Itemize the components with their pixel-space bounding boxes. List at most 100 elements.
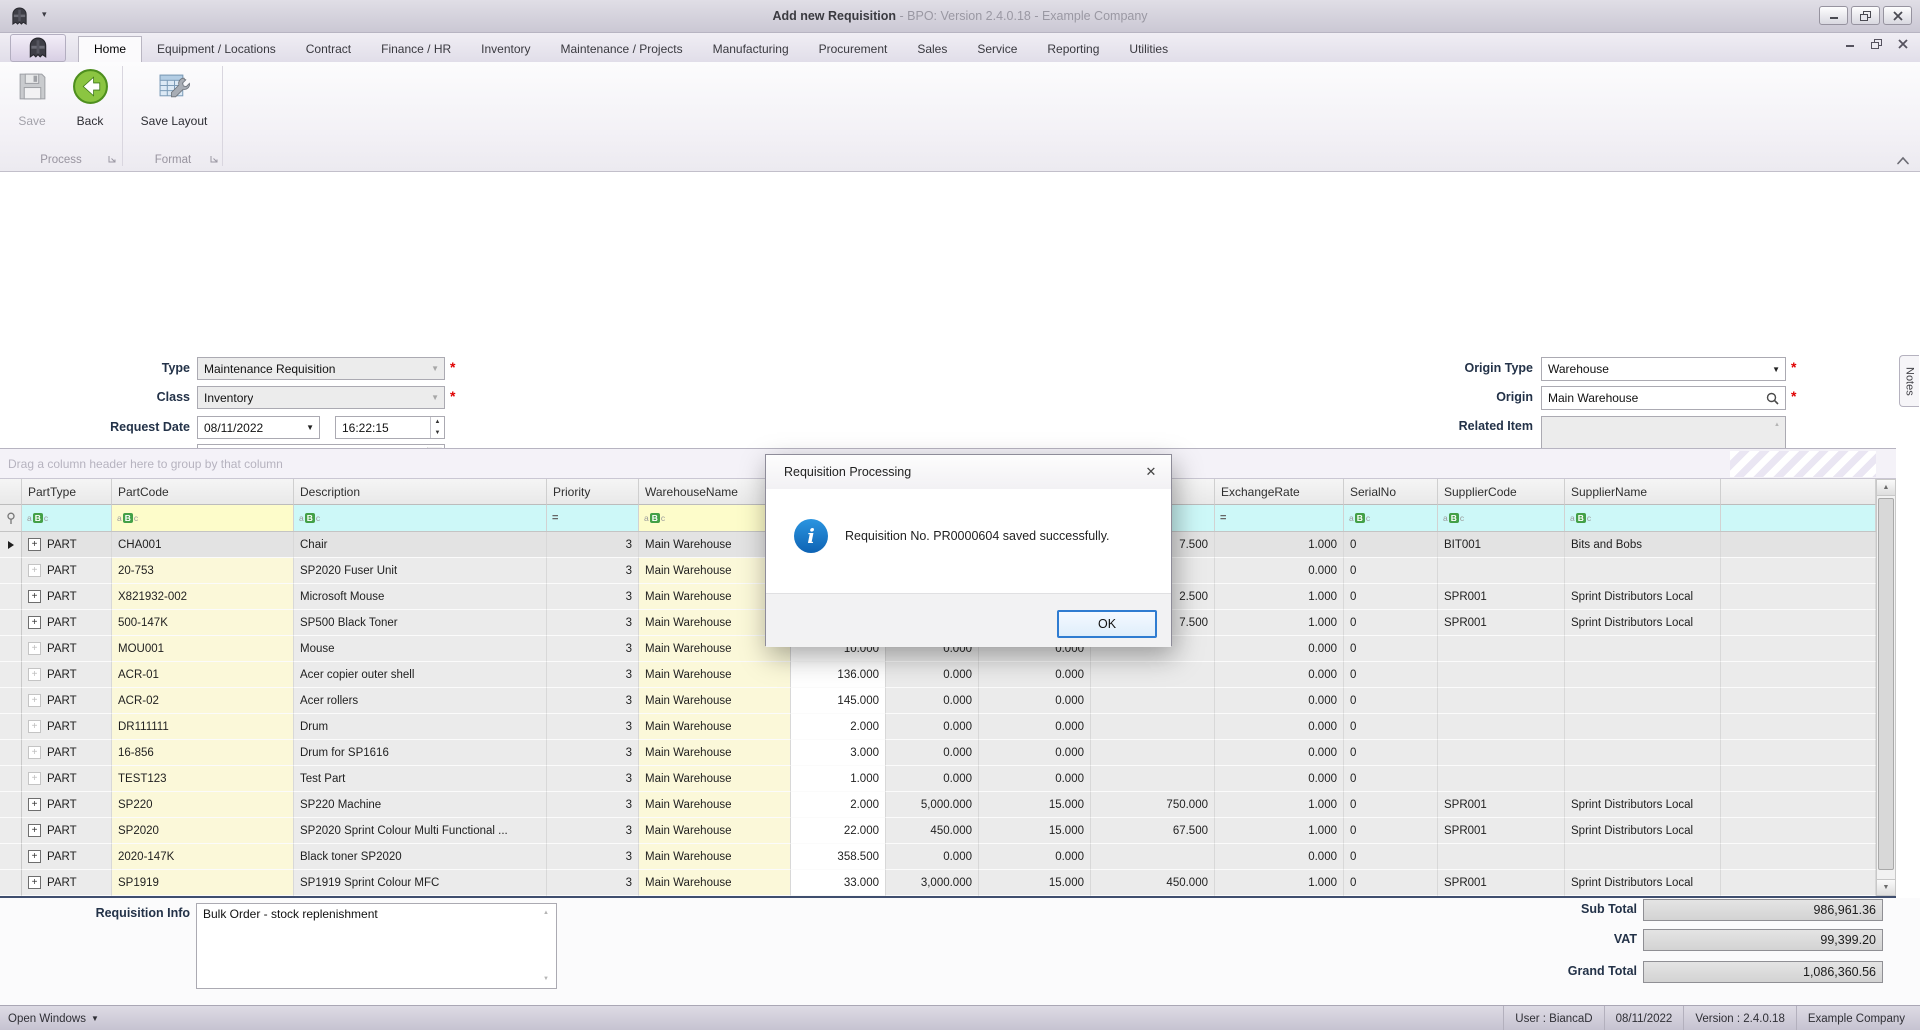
cell-col6[interactable]: 3.000 [791, 740, 886, 766]
table-row[interactable]: +PART2020-147KBlack toner SP20203Main Wa… [0, 844, 1896, 870]
col-header-supplier_code[interactable]: SupplierCode [1438, 479, 1565, 505]
tab-reporting[interactable]: Reporting [1032, 37, 1114, 62]
cell-part_type[interactable]: +PART [22, 584, 112, 610]
col-header-supplier_name[interactable]: SupplierName [1565, 479, 1721, 505]
cell-priority[interactable]: 3 [547, 792, 639, 818]
grid-vertical-scrollbar[interactable]: ▲ ▼ [1876, 479, 1896, 896]
table-row[interactable]: +PARTTEST123Test Part3Main Warehouse1.00… [0, 766, 1896, 792]
cell-supplier_code[interactable] [1438, 844, 1565, 870]
expand-icon[interactable]: + [28, 616, 41, 629]
cell-supplier_code[interactable]: SPR001 [1438, 792, 1565, 818]
cell-supplier_code[interactable] [1438, 714, 1565, 740]
tab-maintenance-projects[interactable]: Maintenance / Projects [546, 37, 698, 62]
cell-col6[interactable]: 33.000 [791, 870, 886, 896]
cell-serial_no[interactable]: 0 [1344, 636, 1438, 662]
cell-priority[interactable]: 3 [547, 584, 639, 610]
cell-col8[interactable]: 0.000 [979, 766, 1091, 792]
filter-supplier_name[interactable]: aBc [1565, 505, 1721, 531]
cell-description[interactable]: Acer rollers [294, 688, 547, 714]
expand-icon[interactable]: + [28, 668, 41, 681]
expand-icon[interactable]: + [28, 772, 41, 785]
filter-edit-icon[interactable] [0, 505, 22, 531]
cell-supplier_name[interactable] [1565, 558, 1721, 584]
request-time-input[interactable]: 16:22:15 ▲▼ [335, 416, 445, 439]
cell-col8[interactable]: 15.000 [979, 792, 1091, 818]
cell-col6[interactable]: 358.500 [791, 844, 886, 870]
cell-exchange_rate[interactable]: 1.000 [1215, 818, 1344, 844]
cell-col9[interactable] [1091, 714, 1215, 740]
expand-icon[interactable]: + [28, 876, 41, 889]
cell-col8[interactable]: 15.000 [979, 870, 1091, 896]
cell-part_code[interactable]: 500-147K [112, 610, 294, 636]
cell-description[interactable]: Test Part [294, 766, 547, 792]
tab-procurement[interactable]: Procurement [804, 37, 903, 62]
cell-part_type[interactable]: +PART [22, 740, 112, 766]
cell-warehouse_name[interactable]: Main Warehouse [639, 844, 791, 870]
cell-priority[interactable]: 3 [547, 870, 639, 896]
tab-service[interactable]: Service [962, 37, 1032, 62]
cell-supplier_name[interactable]: Sprint Distributors Local [1565, 584, 1721, 610]
cell-col9[interactable] [1091, 766, 1215, 792]
cell-col7[interactable]: 0.000 [886, 740, 979, 766]
cell-description[interactable]: Mouse [294, 636, 547, 662]
cell-supplier_name[interactable]: Sprint Distributors Local [1565, 818, 1721, 844]
cell-supplier_code[interactable] [1438, 662, 1565, 688]
type-select[interactable]: Maintenance Requisition ▼ [197, 357, 445, 380]
cell-serial_no[interactable]: 0 [1344, 584, 1438, 610]
group-dialog-launcher-icon[interactable] [210, 154, 218, 166]
ok-button[interactable]: OK [1057, 610, 1157, 638]
expand-icon[interactable]: + [28, 590, 41, 603]
cell-serial_no[interactable]: 0 [1344, 740, 1438, 766]
request-date-input[interactable]: 08/11/2022 ▼ [197, 416, 320, 439]
cell-part_code[interactable]: MOU001 [112, 636, 294, 662]
open-windows-button[interactable]: Open Windows ▼ [8, 1006, 99, 1030]
cell-serial_no[interactable]: 0 [1344, 792, 1438, 818]
col-header-part_type[interactable]: PartType [22, 479, 112, 505]
back-button[interactable]: Back [62, 66, 118, 152]
cell-exchange_rate[interactable]: 0.000 [1215, 714, 1344, 740]
cell-part_code[interactable]: X821932-002 [112, 584, 294, 610]
cell-serial_no[interactable]: 0 [1344, 610, 1438, 636]
tab-manufacturing[interactable]: Manufacturing [698, 37, 804, 62]
col-header-serial_no[interactable]: SerialNo [1344, 479, 1438, 505]
requisition-info-textarea[interactable]: Bulk Order - stock replenishment ▲ ▼ [196, 903, 557, 989]
cell-col7[interactable]: 0.000 [886, 662, 979, 688]
cell-part_type[interactable]: +PART [22, 532, 112, 558]
cell-description[interactable]: Chair [294, 532, 547, 558]
cell-col6[interactable]: 2.000 [791, 714, 886, 740]
cell-col6[interactable]: 136.000 [791, 662, 886, 688]
cell-warehouse_name[interactable]: Main Warehouse [639, 714, 791, 740]
table-row[interactable]: +PARTACR-02Acer rollers3Main Warehouse14… [0, 688, 1896, 714]
save-layout-button[interactable]: Save Layout [128, 66, 220, 152]
cell-exchange_rate[interactable]: 0.000 [1215, 740, 1344, 766]
cell-serial_no[interactable]: 0 [1344, 766, 1438, 792]
cell-warehouse_name[interactable]: Main Warehouse [639, 792, 791, 818]
cell-warehouse_name[interactable]: Main Warehouse [639, 688, 791, 714]
cell-description[interactable]: Acer copier outer shell [294, 662, 547, 688]
cell-col6[interactable]: 22.000 [791, 818, 886, 844]
cell-serial_no[interactable]: 0 [1344, 844, 1438, 870]
table-row[interactable]: +PART16-856Drum for SP16163Main Warehous… [0, 740, 1896, 766]
cell-col8[interactable]: 0.000 [979, 662, 1091, 688]
cell-priority[interactable]: 3 [547, 610, 639, 636]
close-button[interactable] [1883, 6, 1912, 25]
cell-col7[interactable]: 5,000.000 [886, 792, 979, 818]
cell-priority[interactable]: 3 [547, 532, 639, 558]
cell-exchange_rate[interactable]: 0.000 [1215, 558, 1344, 584]
expand-icon[interactable]: + [28, 642, 41, 655]
cell-serial_no[interactable]: 0 [1344, 714, 1438, 740]
cell-description[interactable]: Black toner SP2020 [294, 844, 547, 870]
tab-finance-hr[interactable]: Finance / HR [366, 37, 466, 62]
cell-part_code[interactable]: DR111111 [112, 714, 294, 740]
cell-supplier_code[interactable] [1438, 740, 1565, 766]
cell-description[interactable]: SP2020 Fuser Unit [294, 558, 547, 584]
cell-col7[interactable]: 0.000 [886, 688, 979, 714]
cell-supplier_name[interactable]: Sprint Distributors Local [1565, 792, 1721, 818]
cell-part_type[interactable]: +PART [22, 688, 112, 714]
tab-inventory[interactable]: Inventory [466, 37, 545, 62]
expand-icon[interactable]: + [28, 798, 41, 811]
filter-priority[interactable]: = [547, 505, 639, 531]
cell-col7[interactable]: 0.000 [886, 714, 979, 740]
cell-part_type[interactable]: +PART [22, 818, 112, 844]
cell-supplier_code[interactable]: BIT001 [1438, 532, 1565, 558]
